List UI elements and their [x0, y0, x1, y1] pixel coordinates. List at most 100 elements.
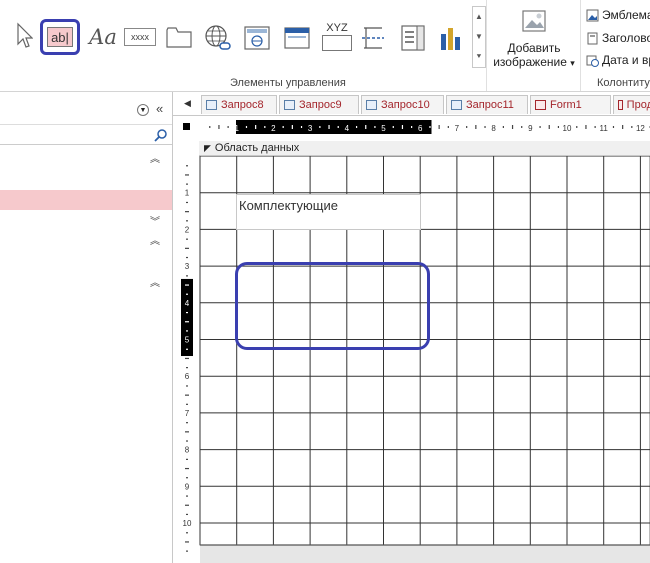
ruler-tick [186, 201, 188, 204]
title-icon [587, 32, 598, 44]
ruler-tick [282, 126, 284, 128]
ruler-tick [186, 403, 188, 405]
logo-button[interactable]: Эмблема [586, 8, 650, 22]
list-box-button[interactable] [397, 22, 429, 54]
ruler-tick-label: 5 [185, 336, 190, 345]
pointer-icon [17, 22, 33, 48]
header-footer-group-label: Колонтиту [597, 77, 650, 89]
tab-5[interactable]: Form1 [530, 95, 611, 114]
ruler-tick [392, 126, 394, 128]
tab-3[interactable]: Запрос10 [361, 95, 444, 114]
add-image-button[interactable]: Добавить изображение ▾ [490, 8, 578, 74]
document-tabs: ◀ Запрос8 Запрос9 Запрос10 Запрос11 Form1 Про… [173, 92, 650, 116]
page-break-button[interactable] [358, 22, 388, 54]
ruler-tick [300, 126, 303, 128]
ruler-tick [466, 126, 468, 128]
highlight-outline [235, 262, 430, 350]
textbox-control-button[interactable]: ab| [40, 19, 80, 55]
ruler-tick [521, 126, 523, 128]
logo-label: Эмблема [602, 8, 650, 22]
ruler-tick [186, 550, 188, 552]
ruler-tick [186, 367, 188, 369]
chart-icon [441, 28, 460, 50]
collapse-group-icon[interactable]: ︽ [150, 232, 160, 247]
ruler-tick [186, 165, 188, 167]
ruler-tick [291, 125, 293, 129]
tab-6[interactable]: Прод [613, 95, 650, 114]
ruler-tick [245, 126, 248, 128]
chart-button[interactable] [436, 22, 466, 54]
ruler-tick [186, 477, 188, 479]
field-label-box[interactable]: Комплектующие [236, 194, 421, 230]
query-icon [206, 100, 217, 110]
ruler-tick [185, 357, 189, 360]
ruler-tick-label: 2 [271, 124, 276, 133]
datetime-button[interactable]: Дата и вр [586, 53, 650, 67]
option-group-button[interactable]: XYZ [320, 18, 354, 54]
ruler-tick [631, 126, 633, 128]
expand-group-icon[interactable]: ︾ [150, 213, 160, 228]
left-ruler [181, 156, 193, 563]
web-browser-control-button[interactable] [241, 23, 273, 53]
ruler-tick [186, 293, 188, 295]
collapse-pane-icon[interactable]: « [156, 101, 163, 116]
ruler-tick [319, 126, 321, 128]
group-separator [486, 0, 487, 91]
tab-2[interactable]: Запрос9 [279, 95, 359, 114]
ruler-tick [502, 126, 504, 128]
button-control-button[interactable]: xxxx [124, 28, 156, 46]
nav-selected-item[interactable] [0, 190, 172, 210]
ruler-tick [186, 385, 188, 387]
navigation-control-button[interactable] [281, 23, 313, 53]
tab-control-button[interactable] [163, 22, 195, 52]
nav-search-input[interactable] [0, 126, 172, 145]
tab-4[interactable]: Запрос11 [446, 95, 528, 114]
tab-label: Запрос8 [221, 99, 264, 111]
collapse-group-icon[interactable]: ︽ [150, 274, 160, 289]
ruler-tick [475, 125, 477, 129]
tab-control-icon [166, 27, 192, 48]
nav-menu-dropdown-icon[interactable]: ▼ [137, 104, 149, 116]
ruler-tick [185, 174, 189, 176]
ruler-tick [186, 330, 188, 332]
ruler-tick-label: 1 [234, 124, 239, 133]
section-collapse-icon[interactable]: ◤ [204, 143, 211, 154]
ruler-tick [539, 126, 541, 128]
ruler-tick-label: 7 [185, 409, 190, 418]
group-separator [580, 0, 581, 91]
ruler-tick-label: 3 [185, 262, 190, 271]
ruler-tick [622, 125, 624, 129]
ruler-tick [576, 126, 578, 128]
scroll-tabs-left-icon[interactable]: ◀ [184, 98, 191, 109]
controls-gallery-scroll[interactable]: ▲ ▼ ⯆ [472, 6, 486, 68]
ruler-tick [186, 495, 188, 497]
scroll-up-icon[interactable]: ▲ [475, 12, 483, 21]
tab-1[interactable]: Запрос8 [201, 95, 277, 114]
ruler-tick [186, 220, 188, 222]
ruler-tick [186, 532, 188, 534]
detail-section-header[interactable]: ◤ Область данных [199, 141, 650, 156]
ruler-tick [186, 513, 188, 516]
title-button[interactable]: Заголово [586, 31, 650, 45]
select-pointer-button[interactable] [12, 18, 36, 54]
ruler-tick-label: 8 [185, 446, 190, 455]
collapse-group-icon[interactable]: ︽ [150, 150, 160, 165]
ruler-tick [186, 256, 188, 259]
add-image-line2: изображение [493, 55, 567, 69]
field-label-text: Комплектующие [239, 198, 338, 213]
scroll-down-icon[interactable]: ▼ [475, 32, 483, 41]
ruler-tick-label: 4 [345, 124, 350, 133]
form-selector [183, 123, 190, 130]
ruler-tick-label: 2 [185, 225, 190, 234]
label-control-button[interactable]: Aa [87, 22, 119, 52]
ruler-tick-label: 8 [491, 124, 496, 133]
hyperlink-button[interactable] [201, 21, 235, 55]
ruler-tick-label: 12 [636, 124, 645, 133]
ruler-tick [186, 348, 188, 350]
query-icon [366, 100, 377, 110]
image-icon [522, 10, 546, 32]
search-icon[interactable] [154, 128, 168, 142]
ruler-tick-label: 5 [381, 124, 386, 133]
more-icon[interactable]: ⯆ [476, 52, 482, 62]
tab-label: Запрос10 [381, 99, 430, 111]
